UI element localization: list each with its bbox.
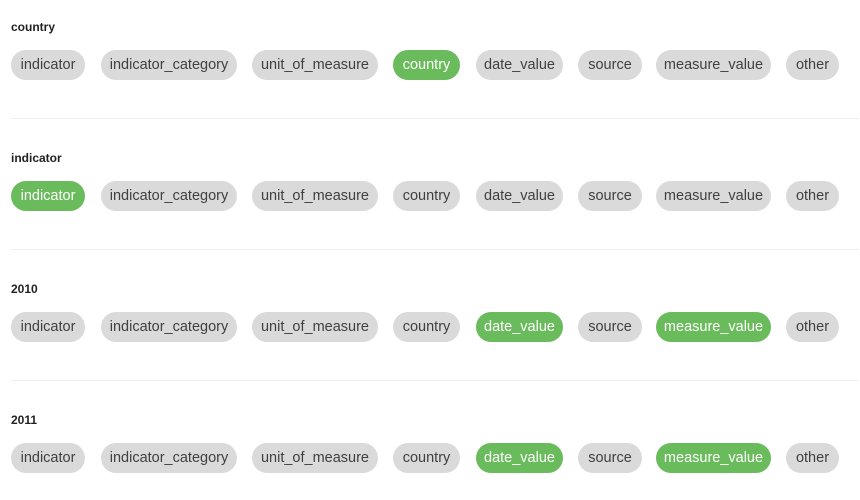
- chip-measure-value[interactable]: measure_value: [656, 181, 771, 211]
- chip-row: indicator indicator_category unit_of_mea…: [11, 181, 859, 211]
- group-divider: [11, 249, 859, 250]
- column-title: 2011: [11, 413, 38, 427]
- chip-unit-of-measure[interactable]: unit_of_measure: [252, 312, 378, 342]
- column-title: indicator: [11, 151, 62, 165]
- chip-indicator-category[interactable]: indicator_category: [101, 443, 237, 473]
- chip-other[interactable]: other: [786, 50, 839, 80]
- chip-country[interactable]: country: [393, 181, 460, 211]
- column-title: country: [11, 20, 56, 34]
- chip-row: indicator indicator_category unit_of_mea…: [11, 50, 859, 80]
- chip-indicator[interactable]: indicator: [11, 50, 85, 80]
- chip-indicator-category[interactable]: indicator_category: [101, 181, 237, 211]
- group-divider: [11, 380, 859, 381]
- chip-date-value[interactable]: date_value: [476, 312, 563, 342]
- chip-country[interactable]: country: [393, 50, 460, 80]
- chip-source[interactable]: source: [578, 443, 642, 473]
- chip-measure-value[interactable]: measure_value: [656, 312, 771, 342]
- chip-unit-of-measure[interactable]: unit_of_measure: [252, 443, 378, 473]
- chip-date-value[interactable]: date_value: [476, 50, 563, 80]
- chip-country[interactable]: country: [393, 443, 460, 473]
- chip-indicator-category[interactable]: indicator_category: [101, 312, 237, 342]
- chip-date-value[interactable]: date_value: [476, 181, 563, 211]
- chip-row: indicator indicator_category unit_of_mea…: [11, 443, 859, 473]
- chip-indicator[interactable]: indicator: [11, 181, 85, 211]
- chip-country[interactable]: country: [393, 312, 460, 342]
- chip-indicator[interactable]: indicator: [11, 312, 85, 342]
- chip-unit-of-measure[interactable]: unit_of_measure: [252, 181, 378, 211]
- chip-measure-value[interactable]: measure_value: [656, 50, 771, 80]
- chip-indicator-category[interactable]: indicator_category: [101, 50, 237, 80]
- chip-source[interactable]: source: [578, 181, 642, 211]
- chip-other[interactable]: other: [786, 312, 839, 342]
- chip-other[interactable]: other: [786, 443, 839, 473]
- chip-date-value[interactable]: date_value: [476, 443, 563, 473]
- chip-indicator[interactable]: indicator: [11, 443, 85, 473]
- group-divider: [11, 118, 859, 119]
- chip-unit-of-measure[interactable]: unit_of_measure: [252, 50, 378, 80]
- column-title: 2010: [11, 282, 38, 296]
- chip-row: indicator indicator_category unit_of_mea…: [11, 312, 859, 342]
- chip-source[interactable]: source: [578, 312, 642, 342]
- chip-other[interactable]: other: [786, 181, 839, 211]
- chip-source[interactable]: source: [578, 50, 642, 80]
- column-mapping-panel: country indicator indicator_category uni…: [0, 0, 860, 500]
- chip-measure-value[interactable]: measure_value: [656, 443, 771, 473]
